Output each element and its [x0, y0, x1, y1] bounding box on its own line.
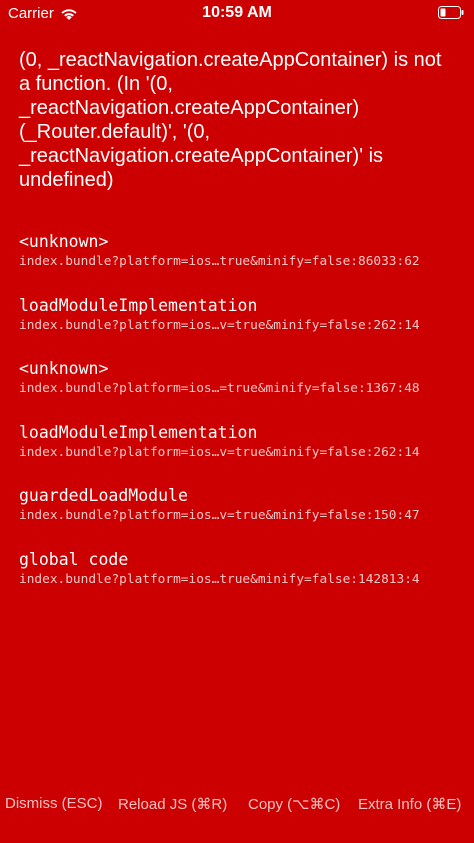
clock: 10:59 AM [202, 4, 272, 21]
frame-location: index.bundle?platform=ios…true&minify=fa… [19, 571, 420, 587]
frame-location: index.bundle?platform=ios…v=true&minify=… [19, 508, 420, 523]
frame-location: index.bundle?platform=ios…=true&minify=f… [19, 381, 420, 396]
copy-button[interactable]: Copy (⌥⌘C) [248, 795, 340, 813]
frame-method: guardedLoadModule [19, 486, 188, 505]
redbox-error-screen: { "status_bar": { "carrier": "Carrier", … [0, 0, 474, 843]
stack-frame[interactable]: global code index.bundle?platform=ios…tr… [19, 550, 459, 614]
frame-method: <unknown> [19, 232, 109, 251]
stack-frame[interactable]: guardedLoadModule index.bundle?platform=… [19, 486, 459, 550]
frame-location: index.bundle?platform=ios…v=true&minify=… [19, 444, 420, 460]
stack-frame[interactable]: loadModuleImplementation index.bundle?pl… [19, 423, 459, 487]
frame-location: index.bundle?platform=ios…true&minify=fa… [19, 254, 420, 269]
reload-js-button[interactable]: Reload JS (⌘R) [118, 795, 227, 813]
error-message: (0, _reactNavigation.createAppContainer)… [19, 49, 442, 191]
frame-method: loadModuleImplementation [19, 422, 258, 442]
dismiss-button[interactable]: Dismiss (ESC) [5, 795, 103, 812]
frame-location: index.bundle?platform=ios…v=true&minify=… [19, 317, 420, 333]
stack-trace: <unknown> index.bundle?platform=ios…true… [19, 232, 459, 613]
extra-info-button[interactable]: Extra Info (⌘E) [358, 795, 461, 813]
status-bar: Carrier 10:59 AM [0, 0, 474, 28]
stack-frame[interactable]: <unknown> index.bundle?platform=ios…true… [19, 232, 459, 296]
stack-frame[interactable]: <unknown> index.bundle?platform=ios…=tru… [19, 359, 459, 423]
frame-method: global code [19, 549, 129, 569]
battery-icon [438, 6, 464, 19]
frame-method: loadModuleImplementation [19, 295, 258, 315]
redbox-toolbar: Dismiss (ESC) Reload JS (⌘R) Copy (⌥⌘C) … [0, 790, 474, 820]
frame-method: <unknown> [19, 359, 109, 378]
stack-frame[interactable]: loadModuleImplementation index.bundle?pl… [19, 296, 459, 360]
